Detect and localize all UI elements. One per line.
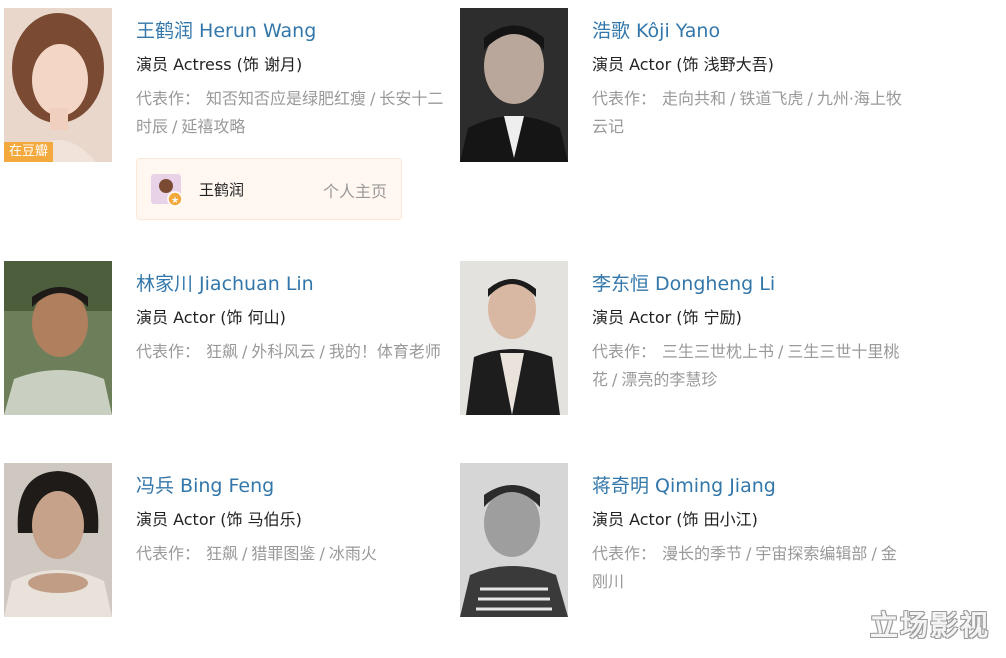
actor-name: 林家川 Jiachuan Lin [136,271,456,297]
cast-card: 林家川 Jiachuan Lin 演员 Actor (饰 何山) 代表作： 狂飙 /… [4,261,456,421]
representative-works: 代表作： 狂飙 / 外科风云 / 我的！体育老师 [136,338,456,366]
actor-role: 演员 Actress (饰 谢月) [136,55,303,74]
homepage-link[interactable]: 个人主页 [323,178,387,202]
cast-card: 李东恒 Dongheng Li 演员 Actor (饰 宁励) 代表作： 三生三世… [460,261,912,421]
actor-info: 浩歌 Kôji Yano 演员 Actor (饰 浅野大吾) 代表作： 走向共和 /… [592,18,912,141]
cast-card: 浩歌 Kôji Yano 演员 Actor (饰 浅野大吾) 代表作： 走向共和 /… [460,8,912,168]
cast-card: 冯兵 Bing Feng 演员 Actor (饰 马伯乐) 代表作： 狂飙 / 猎罪图… [4,463,456,623]
work-link[interactable]: 狂飙 [206,342,238,361]
actor-name-link[interactable]: 王鹤润 Herun Wang [136,20,316,42]
work-link[interactable]: 铁道飞虎 [739,89,803,108]
separator: / [319,544,325,563]
work-link[interactable]: 冰雨火 [329,544,377,563]
actor-name: 王鹤润 Herun Wang [136,18,456,44]
actor-info: 李东恒 Dongheng Li 演员 Actor (饰 宁励) 代表作： 三生三世… [592,271,912,394]
cast-card: 在豆瓣 王鹤润 Herun Wang 演员 Actress (饰 谢月) 代表作… [4,8,456,223]
actor-role: 演员 Actor (饰 马伯乐) [136,510,302,529]
douban-badge: 在豆瓣 [4,142,54,162]
mini-avatar: ★ [151,174,183,207]
works-label: 代表作： [592,544,657,563]
representative-works: 代表作： 知否知否应是绿肥红瘦 / 长安十二时辰 / 延禧攻略 [136,85,456,141]
separator: / [778,342,784,361]
actor-info: 蒋奇明 Qiming Jiang 演员 Actor (饰 田小江) 代表作： 漫长… [592,473,912,596]
work-link[interactable]: 宇宙探索编辑部 [755,544,867,563]
actor-info: 冯兵 Bing Feng 演员 Actor (饰 马伯乐) 代表作： 狂飙 / 猎罪图… [136,473,456,568]
works-label: 代表作： [136,342,201,361]
watermark: 立场影视 [869,609,990,642]
representative-works: 代表作： 三生三世枕上书 / 三生三世十里桃花 / 漂亮的李慧珍 [592,338,912,394]
work-link[interactable]: 延禧攻略 [181,117,245,136]
actor-role: 演员 Actor (饰 何山) [136,308,286,327]
work-link[interactable]: 我的！体育老师 [329,342,441,361]
actor-name-link[interactable]: 林家川 Jiachuan Lin [136,273,314,295]
actor-info: 王鹤润 Herun Wang 演员 Actress (饰 谢月) 代表作： 知否知… [136,18,456,141]
separator: / [871,544,877,563]
actor-photo[interactable]: 在豆瓣 [4,8,112,162]
separator: / [730,89,736,108]
work-link[interactable]: 外科风云 [251,342,315,361]
actor-photo[interactable] [460,261,568,415]
actor-name-link[interactable]: 浩歌 Kôji Yano [592,20,720,42]
work-link[interactable]: 知否知否应是绿肥红瘦 [206,89,366,108]
separator: / [807,89,813,108]
actor-photo[interactable] [460,463,568,617]
actor-photo[interactable] [4,463,112,617]
cast-card: 蒋奇明 Qiming Jiang 演员 Actor (饰 田小江) 代表作： 漫长… [460,463,912,623]
actor-name: 李东恒 Dongheng Li [592,271,912,297]
homepage-box[interactable]: ★ 王鹤润 个人主页 [136,158,402,220]
separator: / [172,117,178,136]
homepage-name: 王鹤润 [199,181,245,199]
work-link[interactable]: 三生三世枕上书 [662,342,774,361]
actor-name-link[interactable]: 蒋奇明 Qiming Jiang [592,475,776,497]
work-link[interactable]: 走向共和 [662,89,726,108]
separator: / [370,89,376,108]
actor-info: 林家川 Jiachuan Lin 演员 Actor (饰 何山) 代表作： 狂飙 /… [136,271,456,366]
representative-works: 代表作： 狂飙 / 猎罪图鉴 / 冰雨火 [136,540,456,568]
actor-name: 蒋奇明 Qiming Jiang [592,473,912,499]
actor-role: 演员 Actor (饰 宁励) [592,308,742,327]
separator: / [242,544,248,563]
separator: / [612,370,618,389]
separator: / [242,342,248,361]
work-link[interactable]: 狂飙 [206,544,238,563]
actor-photo[interactable] [460,8,568,162]
actor-name-link[interactable]: 冯兵 Bing Feng [136,475,274,497]
works-label: 代表作： [592,89,657,108]
actor-role: 演员 Actor (饰 浅野大吾) [592,55,774,74]
work-link[interactable]: 漂亮的李慧珍 [621,370,717,389]
actor-name-link[interactable]: 李东恒 Dongheng Li [592,273,775,295]
representative-works: 代表作： 走向共和 / 铁道飞虎 / 九州·海上牧云记 [592,85,902,141]
work-link[interactable]: 猎罪图鉴 [251,544,315,563]
actor-name: 浩歌 Kôji Yano [592,18,912,44]
works-label: 代表作： [592,342,657,361]
actor-name: 冯兵 Bing Feng [136,473,456,499]
works-label: 代表作： [136,89,201,108]
separator: / [746,544,752,563]
representative-works: 代表作： 漫长的季节 / 宇宙探索编辑部 / 金刚川 [592,540,904,596]
works-label: 代表作： [136,544,201,563]
actor-photo[interactable] [4,261,112,415]
separator: / [319,342,325,361]
svg-text:★: ★ [171,196,179,206]
work-link[interactable]: 漫长的季节 [662,544,742,563]
actor-role: 演员 Actor (饰 田小江) [592,510,758,529]
